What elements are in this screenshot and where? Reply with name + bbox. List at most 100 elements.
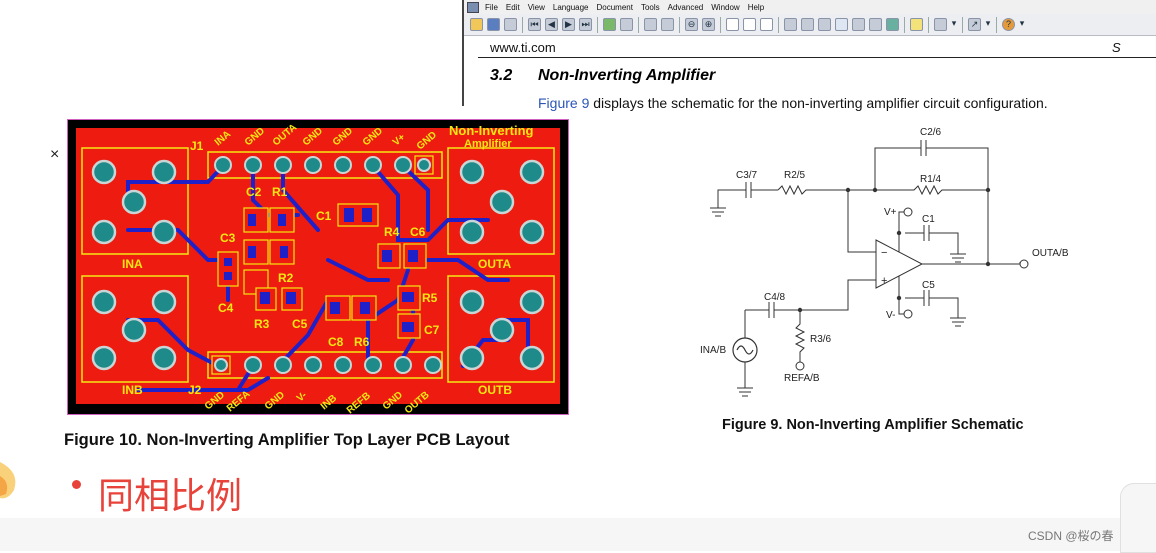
menu-window[interactable]: Window [707,3,743,12]
menu-bar: File Edit View Language Document Tools A… [464,0,1156,14]
component-label: C1 [316,209,332,223]
single-page-icon[interactable] [726,18,739,31]
back-icon[interactable] [603,18,616,31]
label-c37: C3/7 [736,170,758,181]
open-icon[interactable] [470,18,483,31]
component-label: R1 [272,185,288,199]
toolbar-separator [522,16,523,33]
menu-view[interactable]: View [524,3,549,12]
toolbar: ⏮ ◀ ▶ ⏭ ⊖ ⊕ ▾ ↗ ▾ ? ▾ [464,14,1156,36]
port-label-ina: INA [122,257,143,271]
component-label: R4 [384,225,400,239]
pcb-title-line1: Non-Inverting [449,123,534,138]
section-title: Non-Inverting Amplifier [538,67,716,84]
help-dropdown-icon[interactable]: ▾ [1019,18,1025,31]
toolbar-separator [904,16,905,33]
menu-edit[interactable]: Edit [502,3,524,12]
copy-icon[interactable] [644,18,657,31]
menu-language[interactable]: Language [549,3,593,12]
label-r36: R3/6 [810,334,832,345]
label-inab: INA/B [700,345,726,356]
watermark: CSDN @桜の春 [1028,529,1114,543]
menu-help[interactable]: Help [744,3,768,12]
prev-page-icon[interactable]: ◀ [545,18,558,31]
image-icon[interactable] [886,18,899,31]
menu-tools[interactable]: Tools [637,3,664,12]
toolbar-separator [720,16,721,33]
pcb-svg: Non-Inverting Amplifier J1 J2 INA GND OU… [76,122,560,416]
component-label: C2 [246,185,262,199]
forward-icon[interactable] [620,18,633,31]
toolbar-separator [928,16,929,33]
next-page-icon[interactable]: ▶ [562,18,575,31]
schematic-figure: C3/7 R2/5 C2/6 R1/4 V+ C1 OUTA/B C5 V- C… [700,118,1090,413]
label-c1: C1 [922,214,935,225]
menu-file[interactable]: File [481,3,502,12]
select-icon[interactable] [910,18,923,31]
first-page-icon[interactable]: ⏮ [528,18,541,31]
component-label: C4 [218,301,234,315]
label-refab: REFA/B [784,373,820,384]
toolbar-separator [996,16,997,33]
toolbar-separator [962,16,963,33]
app-icon [467,1,479,13]
last-page-icon[interactable]: ⏭ [579,18,592,31]
component-label: R6 [354,335,370,349]
comment-icon[interactable] [934,18,947,31]
form-icon[interactable] [818,18,831,31]
page-header-url[interactable]: www.ti.com [490,40,556,55]
print-icon[interactable] [504,18,517,31]
zoom-in-icon[interactable]: ⊕ [702,18,715,31]
side-panel-tab[interactable] [1120,483,1156,553]
menu-advanced[interactable]: Advanced [664,3,708,12]
section-number: 3.2 [490,67,513,84]
opamp-noninverting-sign: + [881,275,887,287]
pcb-layout-figure: Non-Inverting Amplifier J1 J2 INA GND OU… [67,119,569,416]
pcb-figure-caption: Figure 10. Non-Inverting Amplifier Top L… [64,431,510,449]
snapshot-icon[interactable] [869,18,882,31]
save-icon[interactable] [487,18,500,31]
terminal-circles [795,207,1029,371]
table-icon[interactable] [801,18,814,31]
body-text: displays the schematic for the non-inver… [589,95,1048,111]
figure-link[interactable]: Figure 9 [538,95,589,111]
arrow-tool-icon[interactable]: ↗ [968,18,981,31]
zoom-out-icon[interactable]: ⊖ [685,18,698,31]
component-label: C5 [292,317,308,331]
bullet-text: 同相比例 [98,476,243,517]
component-label: R3 [254,317,270,331]
toolbar-separator [778,16,779,33]
label-r25: R2/5 [784,170,806,181]
component-label: C6 [410,225,426,239]
comment-dropdown-icon[interactable]: ▾ [951,18,957,31]
label-r14: R1/4 [920,174,942,185]
component-label: C8 [328,335,344,349]
toolbar-separator [597,16,598,33]
schematic-figure-caption: Figure 9. Non-Inverting Amplifier Schema… [722,417,1024,433]
arrow-dropdown-icon[interactable]: ▾ [985,18,991,31]
label-vminus: V- [886,310,895,321]
page-header-right: S [1112,40,1121,55]
bottom-band [0,518,1156,551]
text-select-icon[interactable] [852,18,865,31]
header-rule [478,57,1156,58]
port-label-outa: OUTA [478,257,511,271]
label-j2: J2 [188,383,202,397]
label-outab: OUTA/B [1032,248,1069,259]
continuous-icon[interactable] [743,18,756,31]
bullet-point [72,480,81,489]
label-c26: C2/6 [920,127,942,138]
paste-icon[interactable] [661,18,674,31]
component-label: R5 [422,291,438,305]
menu-document[interactable]: Document [592,3,636,12]
help-icon[interactable]: ? [1002,18,1015,31]
find-icon[interactable] [784,18,797,31]
pdf-viewer-window: File Edit View Language Document Tools A… [462,0,1156,111]
close-icon[interactable]: × [50,146,59,164]
hand-icon[interactable] [835,18,848,31]
toolbar-separator [638,16,639,33]
facing-icon[interactable] [760,18,773,31]
label-c5: C5 [922,280,935,291]
component-label: R2 [278,271,294,285]
label-c48: C4/8 [764,292,786,303]
